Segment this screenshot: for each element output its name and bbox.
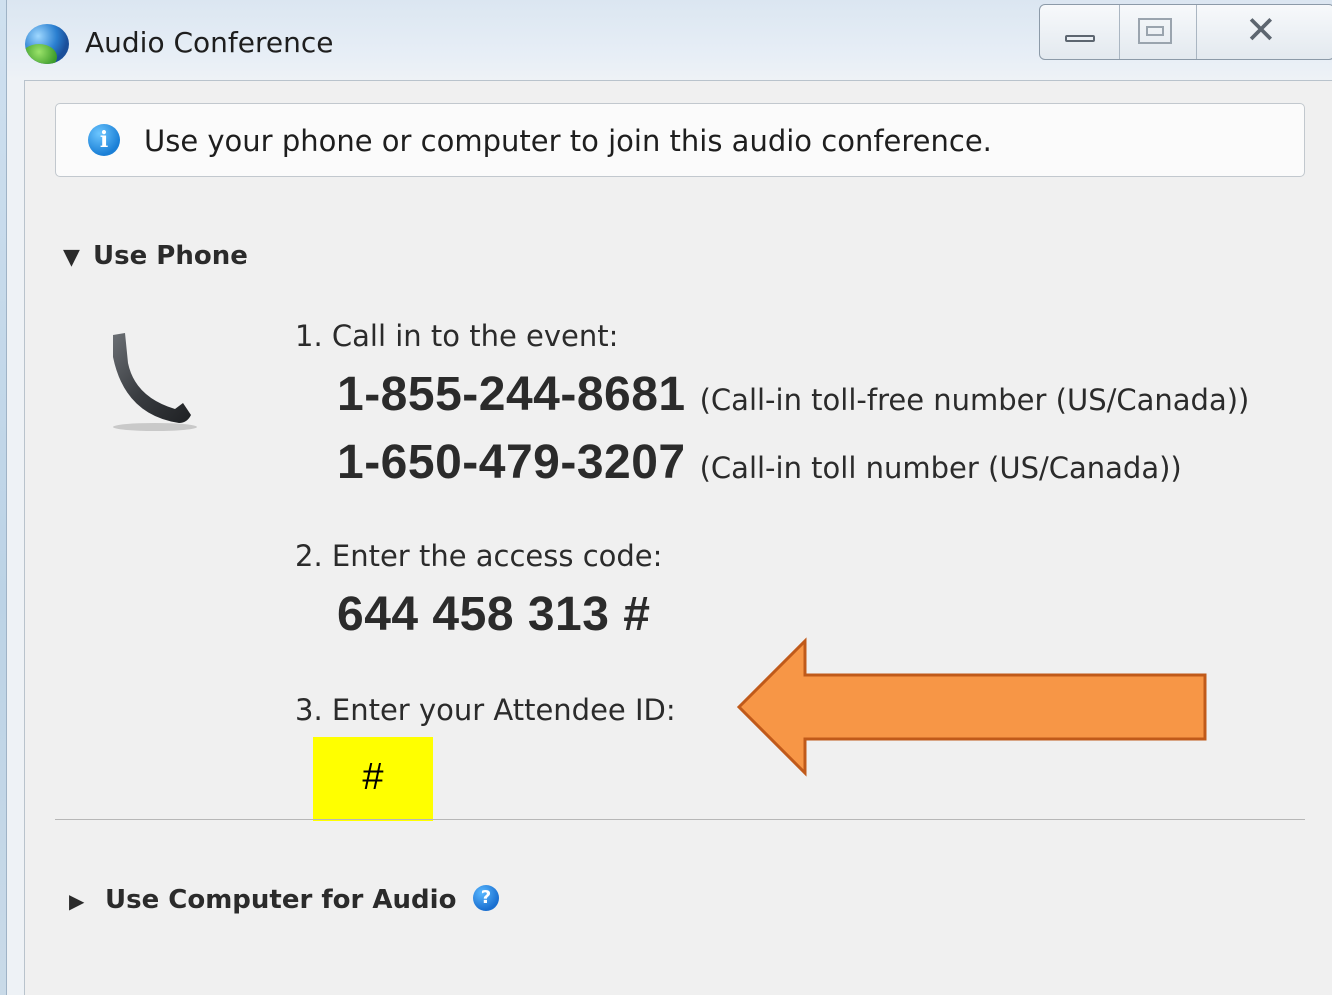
maximize-button[interactable] <box>1120 5 1197 59</box>
close-icon: ✕ <box>1244 8 1277 52</box>
toll-description: (Call-in toll number (US/Canada)) <box>699 451 1182 485</box>
use-computer-toggle[interactable]: ▶ Use Computer for Audio <box>69 885 456 915</box>
use-computer-label: Use Computer for Audio <box>105 885 457 915</box>
step-access-code-label: 2. Enter the access code: <box>295 539 663 573</box>
use-phone-label: Use Phone <box>93 241 248 271</box>
tollfree-number: 1-855-244-8681 <box>337 368 686 421</box>
toll-number-row: 1-650-479-3207 (Call-in toll number (US/C… <box>337 435 1182 490</box>
minimize-button[interactable] <box>1040 5 1121 59</box>
step-attendee-id-label: 3. Enter your Attendee ID: <box>295 693 676 727</box>
triangle-right-icon: ▶ <box>69 889 85 913</box>
attendee-id-highlight: # <box>313 737 433 821</box>
close-button[interactable]: ✕ <box>1197 5 1332 59</box>
info-banner: i Use your phone or computer to join thi… <box>55 103 1305 177</box>
tollfree-description: (Call-in toll-free number (US/Canada)) <box>699 383 1250 417</box>
help-icon[interactable]: ? <box>473 885 499 911</box>
triangle-down-icon: ▼ <box>63 245 80 270</box>
title-bar: Audio Conference ✕ <box>7 0 1332 80</box>
use-phone-toggle[interactable]: ▼ Use Phone <box>63 241 248 271</box>
dialog-content: i Use your phone or computer to join thi… <box>24 80 1332 995</box>
orange-arrow-annotation <box>736 637 1207 777</box>
access-code: 644 458 313 # <box>337 588 651 641</box>
section-divider <box>55 819 1305 820</box>
access-code-row: 644 458 313 # <box>337 587 650 642</box>
info-icon: i <box>88 124 120 156</box>
step-call-in-label: 1. Call in to the event: <box>295 319 619 353</box>
phone-handset-icon <box>113 333 197 431</box>
window-controls: ✕ <box>1039 4 1332 60</box>
audio-conference-window: Audio Conference ✕ i Use your phone or c… <box>6 0 1332 995</box>
window-title: Audio Conference <box>85 26 334 59</box>
minimize-icon <box>1065 35 1095 42</box>
toll-number: 1-650-479-3207 <box>337 436 686 489</box>
tollfree-number-row: 1-855-244-8681 (Call-in toll-free number … <box>337 367 1249 422</box>
maximize-icon <box>1138 18 1173 44</box>
globe-icon <box>25 24 69 64</box>
info-text: Use your phone or computer to join this … <box>144 124 992 158</box>
